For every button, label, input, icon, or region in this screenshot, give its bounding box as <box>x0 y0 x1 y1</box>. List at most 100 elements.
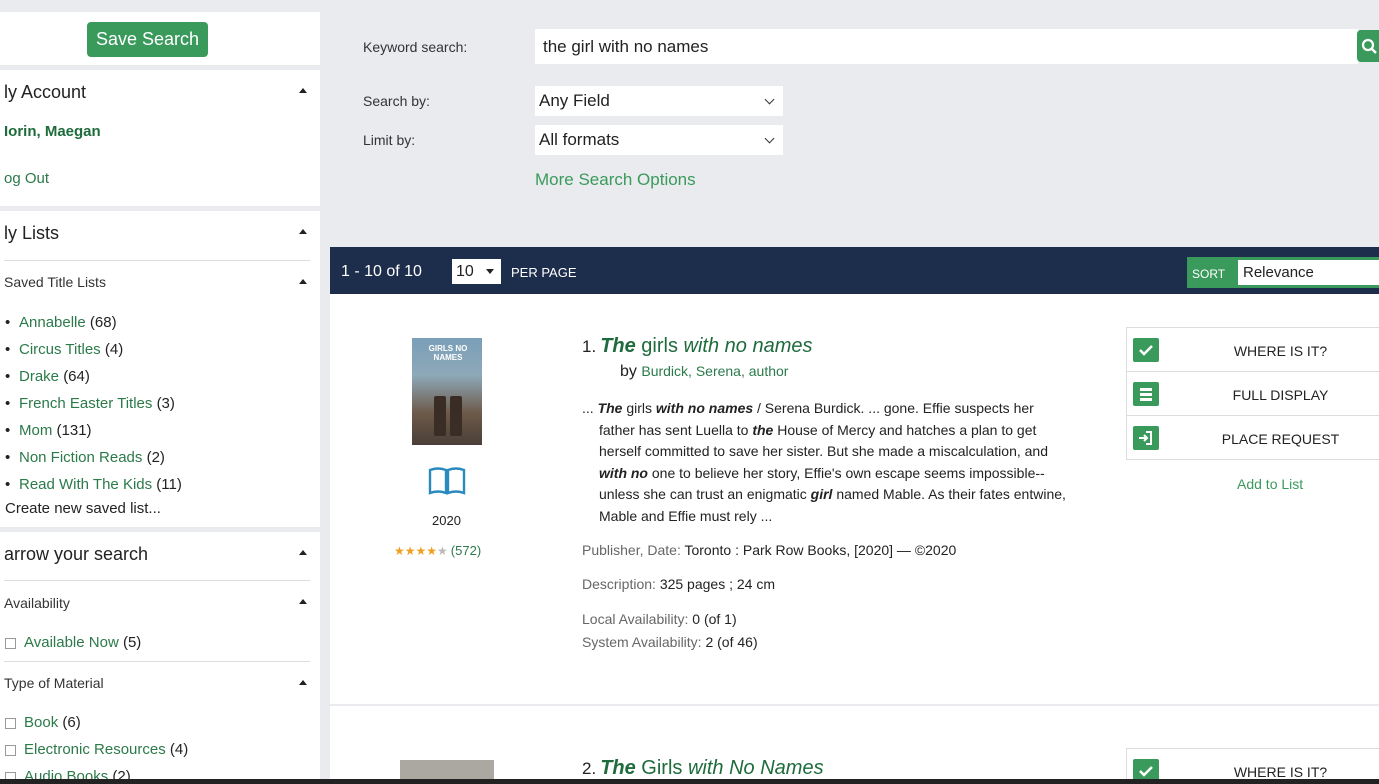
title-part: with no names <box>683 335 813 357</box>
sort-select[interactable]: Relevance <box>1238 260 1379 285</box>
result-title[interactable]: 2. The Girls with No Names <box>582 757 824 780</box>
limit-by-value: All formats <box>539 130 620 149</box>
more-search-options-link[interactable]: More Search Options <box>535 170 696 190</box>
title-part: The <box>600 335 636 357</box>
result-count: 1 - 10 of 10 <box>341 263 422 280</box>
result-title[interactable]: 1. The girls with no names <box>582 335 813 358</box>
action-label: PLACE REQUEST <box>1221 431 1340 447</box>
sidebar: Save Search ly Account Iorin, Maegan og … <box>0 0 320 784</box>
book-cover[interactable]: GIRLS NO NAMES <box>412 338 482 445</box>
checkmark-icon <box>1133 338 1159 362</box>
facet-label[interactable]: Electronic Resources <box>24 741 166 758</box>
facet-count: (4) <box>169 741 189 758</box>
availability-heading[interactable]: Availability <box>4 595 70 611</box>
list-link[interactable]: Read With The Kids <box>19 476 152 493</box>
local-availability: Local Availability: 0 (of 1) <box>582 611 737 627</box>
result-number: 1. <box>582 337 597 356</box>
keyword-search-input[interactable]: the girl with no names <box>535 29 1358 64</box>
facet-count: (5) <box>122 634 142 651</box>
rating-count[interactable]: (572) <box>451 543 481 558</box>
facet-label[interactable]: Available Now <box>24 634 119 651</box>
search-icon <box>1361 38 1377 54</box>
user-name[interactable]: Iorin, Maegan <box>4 123 101 140</box>
collapse-caret-icon[interactable] <box>299 279 307 284</box>
collapse-caret-icon[interactable] <box>299 680 307 685</box>
checkbox[interactable] <box>5 637 16 649</box>
list-item[interactable]: • Annabelle (68) <box>5 314 117 331</box>
star-empty-icon: ★ <box>437 544 448 558</box>
list-item[interactable]: • Mom (131) <box>5 422 92 439</box>
action-label: WHERE IS IT? <box>1233 764 1328 780</box>
my-account-panel: ly Account Iorin, Maegan og Out <box>0 70 320 206</box>
list-link[interactable]: Non Fiction Reads <box>19 449 142 466</box>
where-is-it-button[interactable]: WHERE IS IT? <box>1126 327 1379 372</box>
result-item: 2. The Girls with No Names WHERE IS IT? <box>330 706 1379 784</box>
publication-year: 2020 <box>432 513 461 528</box>
author-link[interactable]: Burdick, Serena, author <box>641 363 788 379</box>
add-to-list-link[interactable]: Add to List <box>1237 476 1303 492</box>
list-icon <box>1133 382 1159 406</box>
result-snippet: ... The girls with no names / Serena Bur… <box>582 400 1066 524</box>
title-part: with No Names <box>687 757 824 779</box>
list-count: (11) <box>156 476 182 493</box>
facet-option[interactable]: Book (6) <box>5 714 81 731</box>
material-type-heading[interactable]: Type of Material <box>4 675 104 691</box>
divider <box>4 580 310 581</box>
limit-by-select[interactable]: All formats <box>535 125 783 155</box>
list-count: (3) <box>156 395 175 412</box>
search-form: Keyword search: the girl with no names S… <box>330 12 1379 224</box>
list-item[interactable]: • Read With The Kids (11) <box>5 476 182 493</box>
logout-link[interactable]: og Out <box>4 170 49 187</box>
my-account-title[interactable]: ly Account <box>4 82 86 103</box>
star-rating[interactable]: ★★★★★ (572) <box>394 543 481 558</box>
search-by-value: Any Field <box>539 91 610 110</box>
search-button[interactable] <box>1357 30 1379 62</box>
create-saved-list-link[interactable]: Create new saved list... <box>5 500 161 517</box>
list-item[interactable]: • Non Fiction Reads (2) <box>5 449 165 466</box>
collapse-caret-icon[interactable] <box>299 550 307 555</box>
my-lists-title[interactable]: ly Lists <box>4 223 59 244</box>
bottom-edge <box>0 779 1379 784</box>
list-link[interactable]: Circus Titles <box>19 341 101 358</box>
place-request-button[interactable]: PLACE REQUEST <box>1126 415 1379 460</box>
facet-label[interactable]: Book <box>24 714 58 731</box>
list-link[interactable]: Drake <box>19 368 59 385</box>
divider <box>4 260 310 261</box>
narrow-search-title[interactable]: arrow your search <box>4 544 148 565</box>
list-link[interactable]: French Easter Titles <box>19 395 152 412</box>
sort-label: SORT <box>1192 267 1226 281</box>
list-item[interactable]: • French Easter Titles (3) <box>5 395 175 412</box>
limit-by-label: Limit by: <box>363 132 416 148</box>
caret-down-icon <box>486 269 494 274</box>
narrow-search-panel: arrow your search Availability Available… <box>0 532 320 784</box>
facet-option[interactable]: Electronic Resources (4) <box>5 741 188 758</box>
chevron-down-icon <box>764 133 775 143</box>
checkbox[interactable] <box>5 744 16 756</box>
list-count: (2) <box>146 449 165 466</box>
sign-in-icon <box>1133 426 1159 450</box>
book-format-icon[interactable] <box>428 466 466 496</box>
full-display-button[interactable]: FULL DISPLAY <box>1126 371 1379 416</box>
publisher-info: Publisher, Date: Toronto : Park Row Book… <box>582 542 957 558</box>
checkbox[interactable] <box>5 717 16 729</box>
save-search-button[interactable]: Save Search <box>87 22 208 57</box>
list-count: (68) <box>89 314 117 331</box>
collapse-caret-icon[interactable] <box>299 599 307 604</box>
list-link[interactable]: Annabelle <box>19 314 86 331</box>
list-item[interactable]: • Circus Titles (4) <box>5 341 123 358</box>
chevron-down-icon <box>764 94 775 104</box>
saved-title-lists-heading[interactable]: Saved Title Lists <box>4 274 106 290</box>
result-item: GIRLS NO NAMES 2020 ★★★★★ (572) 1. The gir… <box>330 294 1379 704</box>
list-count: (64) <box>63 368 90 385</box>
search-by-select[interactable]: Any Field <box>535 86 783 116</box>
my-lists-panel: ly Lists Saved Title Lists • Annabelle (6… <box>0 211 320 527</box>
per-page-select[interactable]: 10 <box>452 259 501 284</box>
collapse-caret-icon[interactable] <box>299 229 307 234</box>
list-link[interactable]: Mom <box>19 422 52 439</box>
list-item[interactable]: • Drake (64) <box>5 368 90 385</box>
collapse-caret-icon[interactable] <box>299 88 307 93</box>
keyword-label: Keyword search: <box>363 39 468 55</box>
title-part: Girls <box>635 757 688 779</box>
facet-option[interactable]: Available Now (5) <box>5 634 141 651</box>
divider <box>4 661 310 662</box>
